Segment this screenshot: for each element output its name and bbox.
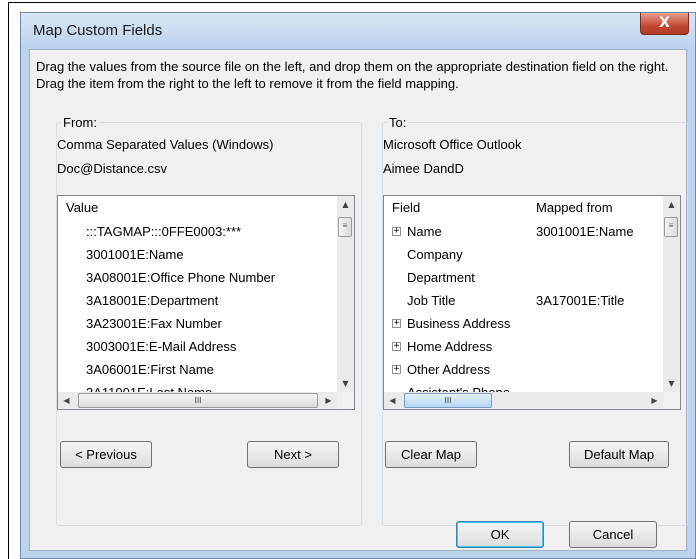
mapped-from-value: 3A17001E:Title bbox=[536, 293, 625, 308]
destination-fields-list[interactable]: Field Mapped from + Name 3001001E:Name Comp… bbox=[383, 195, 681, 410]
source-value-item[interactable]: 3A18001E:Department bbox=[86, 289, 218, 312]
instructions-text: Drag the values from the source file on … bbox=[36, 59, 669, 91]
source-vertical-scrollbar[interactable]: ▲ ≡ ▼ bbox=[337, 196, 354, 392]
field-name: Other Address bbox=[407, 362, 491, 377]
destination-name: Aimee DandD bbox=[383, 161, 464, 176]
title-bar: Map Custom Fields X bbox=[21, 13, 695, 49]
source-type: Comma Separated Values (Windows) bbox=[57, 137, 274, 152]
from-group: From: Comma Separated Values (Windows) D… bbox=[56, 115, 362, 526]
ok-button[interactable]: OK bbox=[456, 521, 544, 548]
field-column-header[interactable]: Field bbox=[392, 196, 420, 220]
source-vertical-thumb[interactable]: ≡ bbox=[338, 217, 352, 237]
default-map-button[interactable]: Default Map bbox=[569, 441, 669, 468]
source-values-list[interactable]: Value :::TAGMAP:::0FFE0003:*** 3001001E:N… bbox=[57, 195, 355, 410]
destination-field-row[interactable]: + Home Address bbox=[392, 335, 664, 358]
mapped-from-column-header[interactable]: Mapped from bbox=[536, 196, 613, 220]
dialog-client-area: Drag the values from the source file on … bbox=[29, 49, 688, 551]
cancel-button[interactable]: Cancel bbox=[569, 521, 657, 548]
destination-field-row[interactable]: Job Title 3A17001E:Title bbox=[392, 289, 664, 312]
scroll-corner bbox=[337, 392, 354, 409]
expand-plus-icon[interactable]: + bbox=[392, 319, 401, 329]
close-icon: X bbox=[659, 15, 670, 31]
destination-vertical-scrollbar[interactable]: ▲ ≡ ▼ bbox=[663, 196, 680, 392]
frame-top-line bbox=[8, 2, 696, 3]
expand-plus-icon[interactable]: + bbox=[392, 365, 401, 375]
destination-field-row[interactable]: Company bbox=[392, 243, 664, 266]
to-label: To: bbox=[387, 115, 409, 130]
field-name: Name bbox=[407, 224, 442, 239]
source-horizontal-thumb[interactable]: III bbox=[78, 393, 318, 408]
destination-field-row[interactable]: + Business Address bbox=[392, 312, 664, 335]
source-value-item[interactable]: :::TAGMAP:::0FFE0003:*** bbox=[86, 220, 241, 243]
dialog-title: Map Custom Fields bbox=[33, 22, 163, 39]
source-value-item[interactable]: 3A23001E:Fax Number bbox=[86, 312, 222, 335]
destination-horizontal-thumb[interactable]: III bbox=[404, 393, 492, 408]
mapped-from-value: 3001001E:Name bbox=[536, 224, 634, 239]
scroll-down-icon[interactable]: ▼ bbox=[337, 375, 354, 392]
map-custom-fields-dialog: Map Custom Fields X Drag the values from… bbox=[20, 12, 696, 559]
destination-type: Microsoft Office Outlook bbox=[383, 137, 522, 152]
scroll-left-icon[interactable]: ◀ bbox=[384, 392, 401, 409]
scroll-corner bbox=[663, 392, 680, 409]
destination-vertical-thumb[interactable]: ≡ bbox=[664, 217, 678, 237]
field-name: Job Title bbox=[407, 293, 456, 308]
clear-map-button[interactable]: Clear Map bbox=[385, 441, 477, 468]
field-name: Company bbox=[407, 247, 463, 262]
destination-field-row[interactable]: + Other Address bbox=[392, 358, 664, 381]
source-value-item[interactable]: 3A06001E:First Name bbox=[86, 358, 214, 381]
destination-horizontal-scrollbar[interactable]: ◀ III ▶ bbox=[384, 392, 663, 409]
source-value-item[interactable]: 3003001E:E-Mail Address bbox=[86, 335, 236, 358]
scroll-down-icon[interactable]: ▼ bbox=[663, 375, 680, 392]
scroll-left-icon[interactable]: ◀ bbox=[58, 392, 75, 409]
to-group: To: Microsoft Office Outlook Aimee DandD… bbox=[382, 115, 688, 526]
next-button[interactable]: Next > bbox=[247, 441, 339, 468]
field-name: Department bbox=[407, 270, 475, 285]
value-column-header[interactable]: Value bbox=[66, 196, 98, 220]
source-file-name: Doc@Distance.csv bbox=[57, 161, 168, 176]
source-value-item[interactable]: 3001001E:Name bbox=[86, 243, 184, 266]
destination-field-row[interactable]: Department bbox=[392, 266, 664, 289]
frame-left-line bbox=[8, 2, 9, 559]
expand-plus-icon[interactable]: + bbox=[392, 342, 401, 352]
expand-plus-icon[interactable]: + bbox=[392, 227, 401, 237]
field-name: Business Address bbox=[407, 316, 511, 331]
field-name: Home Address bbox=[407, 339, 493, 354]
from-label: From: bbox=[61, 115, 99, 130]
scroll-right-icon[interactable]: ▶ bbox=[320, 392, 337, 409]
destination-field-row[interactable]: + Name 3001001E:Name bbox=[392, 220, 664, 243]
close-button[interactable]: X bbox=[640, 13, 689, 35]
scroll-right-icon[interactable]: ▶ bbox=[646, 392, 663, 409]
previous-button[interactable]: < Previous bbox=[60, 441, 152, 468]
source-horizontal-scrollbar[interactable]: ◀ III ▶ bbox=[58, 392, 337, 409]
scroll-up-icon[interactable]: ▲ bbox=[663, 196, 680, 213]
scroll-up-icon[interactable]: ▲ bbox=[337, 196, 354, 213]
source-value-item[interactable]: 3A08001E:Office Phone Number bbox=[86, 266, 275, 289]
